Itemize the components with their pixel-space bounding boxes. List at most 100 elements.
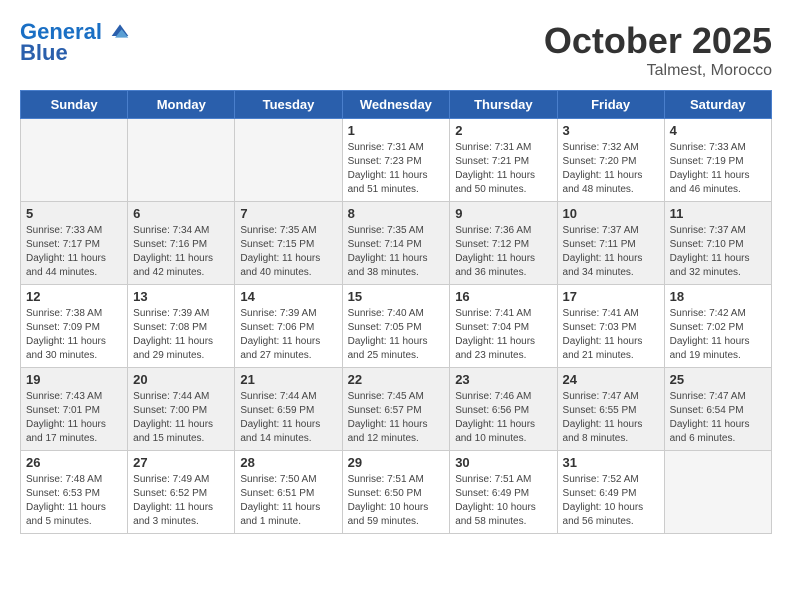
day-info: Sunrise: 7:46 AM Sunset: 6:56 PM Dayligh… xyxy=(455,390,551,446)
day-number: 3 xyxy=(563,123,659,138)
day-number: 5 xyxy=(26,206,122,221)
weekday-header-tuesday: Tuesday xyxy=(235,91,342,119)
calendar-cell xyxy=(664,451,771,534)
day-info: Sunrise: 7:40 AM Sunset: 7:05 PM Dayligh… xyxy=(348,307,445,363)
day-number: 6 xyxy=(133,206,229,221)
calendar-cell: 16 Sunrise: 7:41 AM Sunset: 7:04 PM Dayli… xyxy=(450,285,557,368)
calendar-cell: 11Sunrise: 7:37 AM Sunset: 7:10 PM Dayli… xyxy=(664,202,771,285)
day-number: 23 xyxy=(455,372,551,387)
calendar-cell: 31 Sunrise: 7:52 AM Sunset: 6:49 PM Dayli… xyxy=(557,451,664,534)
day-info: Sunrise: 7:52 AM Sunset: 6:49 PM Dayligh… xyxy=(563,473,659,529)
calendar-week-row: 1Sunrise: 7:31 AM Sunset: 7:23 PM Daylig… xyxy=(21,119,772,202)
day-info: Sunrise: 7:31 AM Sunset: 7:21 PM Dayligh… xyxy=(455,141,551,197)
calendar-table: SundayMondayTuesdayWednesdayThursdayFrid… xyxy=(20,90,772,534)
day-info: Sunrise: 7:43 AM Sunset: 7:01 PM Dayligh… xyxy=(26,390,122,446)
day-number: 21 xyxy=(240,372,336,387)
day-number: 20 xyxy=(133,372,229,387)
calendar-cell: 3 Sunrise: 7:32 AM Sunset: 7:20 PM Daylig… xyxy=(557,119,664,202)
calendar-cell: 15 Sunrise: 7:40 AM Sunset: 7:05 PM Dayli… xyxy=(342,285,450,368)
calendar-week-row: 5 Sunrise: 7:33 AM Sunset: 7:17 PM Daylig… xyxy=(21,202,772,285)
calendar-cell: 10Sunrise: 7:37 AM Sunset: 7:11 PM Dayli… xyxy=(557,202,664,285)
calendar-week-row: 12 Sunrise: 7:38 AM Sunset: 7:09 PM Dayli… xyxy=(21,285,772,368)
calendar-cell: 22Sunrise: 7:45 AM Sunset: 6:57 PM Dayli… xyxy=(342,368,450,451)
calendar-cell xyxy=(21,119,128,202)
calendar-cell: 29 Sunrise: 7:51 AM Sunset: 6:50 PM Dayli… xyxy=(342,451,450,534)
calendar-cell: 28 Sunrise: 7:50 AM Sunset: 6:51 PM Dayli… xyxy=(235,451,342,534)
calendar-cell: 8Sunrise: 7:35 AM Sunset: 7:14 PM Daylig… xyxy=(342,202,450,285)
calendar-cell: 17Sunrise: 7:41 AM Sunset: 7:03 PM Dayli… xyxy=(557,285,664,368)
location: Talmest, Morocco xyxy=(544,62,772,80)
weekday-header-monday: Monday xyxy=(128,91,235,119)
day-info: Sunrise: 7:42 AM Sunset: 7:02 PM Dayligh… xyxy=(670,307,766,363)
day-number: 14 xyxy=(240,289,336,304)
day-number: 24 xyxy=(563,372,659,387)
day-info: Sunrise: 7:34 AM Sunset: 7:16 PM Dayligh… xyxy=(133,224,229,280)
day-number: 4 xyxy=(670,123,766,138)
calendar-header-row: SundayMondayTuesdayWednesdayThursdayFrid… xyxy=(21,91,772,119)
day-info: Sunrise: 7:39 AM Sunset: 7:08 PM Dayligh… xyxy=(133,307,229,363)
day-info: Sunrise: 7:33 AM Sunset: 7:19 PM Dayligh… xyxy=(670,141,766,197)
calendar-cell: 6 Sunrise: 7:34 AM Sunset: 7:16 PM Daylig… xyxy=(128,202,235,285)
day-number: 7 xyxy=(240,206,336,221)
page-header: General Blue October 2025 Talmest, Moroc… xyxy=(20,20,772,80)
day-info: Sunrise: 7:39 AM Sunset: 7:06 PM Dayligh… xyxy=(240,307,336,363)
day-number: 25 xyxy=(670,372,766,387)
day-number: 8 xyxy=(348,206,445,221)
calendar-week-row: 26 Sunrise: 7:48 AM Sunset: 6:53 PM Dayli… xyxy=(21,451,772,534)
day-number: 16 xyxy=(455,289,551,304)
calendar-week-row: 19Sunrise: 7:43 AM Sunset: 7:01 PM Dayli… xyxy=(21,368,772,451)
day-info: Sunrise: 7:41 AM Sunset: 7:03 PM Dayligh… xyxy=(563,307,659,363)
day-info: Sunrise: 7:48 AM Sunset: 6:53 PM Dayligh… xyxy=(26,473,122,529)
day-info: Sunrise: 7:36 AM Sunset: 7:12 PM Dayligh… xyxy=(455,224,551,280)
day-info: Sunrise: 7:41 AM Sunset: 7:04 PM Dayligh… xyxy=(455,307,551,363)
weekday-header-sunday: Sunday xyxy=(21,91,128,119)
calendar-cell: 13 Sunrise: 7:39 AM Sunset: 7:08 PM Dayli… xyxy=(128,285,235,368)
day-number: 28 xyxy=(240,455,336,470)
title-block: October 2025 Talmest, Morocco xyxy=(544,20,772,80)
calendar-cell: 24 Sunrise: 7:47 AM Sunset: 6:55 PM Dayli… xyxy=(557,368,664,451)
day-info: Sunrise: 7:38 AM Sunset: 7:09 PM Dayligh… xyxy=(26,307,122,363)
calendar-cell: 27Sunrise: 7:49 AM Sunset: 6:52 PM Dayli… xyxy=(128,451,235,534)
weekday-header-wednesday: Wednesday xyxy=(342,91,450,119)
calendar-cell: 23 Sunrise: 7:46 AM Sunset: 6:56 PM Dayli… xyxy=(450,368,557,451)
day-number: 12 xyxy=(26,289,122,304)
day-number: 18 xyxy=(670,289,766,304)
calendar-cell: 30 Sunrise: 7:51 AM Sunset: 6:49 PM Dayli… xyxy=(450,451,557,534)
day-info: Sunrise: 7:32 AM Sunset: 7:20 PM Dayligh… xyxy=(563,141,659,197)
day-info: Sunrise: 7:31 AM Sunset: 7:23 PM Dayligh… xyxy=(348,141,445,197)
calendar-cell: 2 Sunrise: 7:31 AM Sunset: 7:21 PM Daylig… xyxy=(450,119,557,202)
calendar-cell: 1Sunrise: 7:31 AM Sunset: 7:23 PM Daylig… xyxy=(342,119,450,202)
day-info: Sunrise: 7:47 AM Sunset: 6:55 PM Dayligh… xyxy=(563,390,659,446)
day-number: 29 xyxy=(348,455,445,470)
calendar-cell: 7 Sunrise: 7:35 AM Sunset: 7:15 PM Daylig… xyxy=(235,202,342,285)
calendar-cell: 5 Sunrise: 7:33 AM Sunset: 7:17 PM Daylig… xyxy=(21,202,128,285)
day-number: 15 xyxy=(348,289,445,304)
calendar-cell xyxy=(235,119,342,202)
weekday-header-saturday: Saturday xyxy=(664,91,771,119)
day-number: 26 xyxy=(26,455,122,470)
day-number: 30 xyxy=(455,455,551,470)
day-number: 2 xyxy=(455,123,551,138)
day-info: Sunrise: 7:44 AM Sunset: 7:00 PM Dayligh… xyxy=(133,390,229,446)
day-number: 22 xyxy=(348,372,445,387)
calendar-cell xyxy=(128,119,235,202)
calendar-cell: 25Sunrise: 7:47 AM Sunset: 6:54 PM Dayli… xyxy=(664,368,771,451)
day-info: Sunrise: 7:35 AM Sunset: 7:15 PM Dayligh… xyxy=(240,224,336,280)
day-number: 31 xyxy=(563,455,659,470)
day-number: 13 xyxy=(133,289,229,304)
weekday-header-thursday: Thursday xyxy=(450,91,557,119)
day-info: Sunrise: 7:51 AM Sunset: 6:49 PM Dayligh… xyxy=(455,473,551,529)
calendar-cell: 18 Sunrise: 7:42 AM Sunset: 7:02 PM Dayli… xyxy=(664,285,771,368)
day-info: Sunrise: 7:44 AM Sunset: 6:59 PM Dayligh… xyxy=(240,390,336,446)
month-title: October 2025 xyxy=(544,20,772,62)
day-info: Sunrise: 7:33 AM Sunset: 7:17 PM Dayligh… xyxy=(26,224,122,280)
calendar-cell: 9Sunrise: 7:36 AM Sunset: 7:12 PM Daylig… xyxy=(450,202,557,285)
day-info: Sunrise: 7:50 AM Sunset: 6:51 PM Dayligh… xyxy=(240,473,336,529)
calendar-cell: 12 Sunrise: 7:38 AM Sunset: 7:09 PM Dayli… xyxy=(21,285,128,368)
calendar-cell: 19Sunrise: 7:43 AM Sunset: 7:01 PM Dayli… xyxy=(21,368,128,451)
day-number: 11 xyxy=(670,206,766,221)
day-info: Sunrise: 7:51 AM Sunset: 6:50 PM Dayligh… xyxy=(348,473,445,529)
day-number: 10 xyxy=(563,206,659,221)
logo: General Blue xyxy=(20,20,130,66)
calendar-cell: 14 Sunrise: 7:39 AM Sunset: 7:06 PM Dayli… xyxy=(235,285,342,368)
